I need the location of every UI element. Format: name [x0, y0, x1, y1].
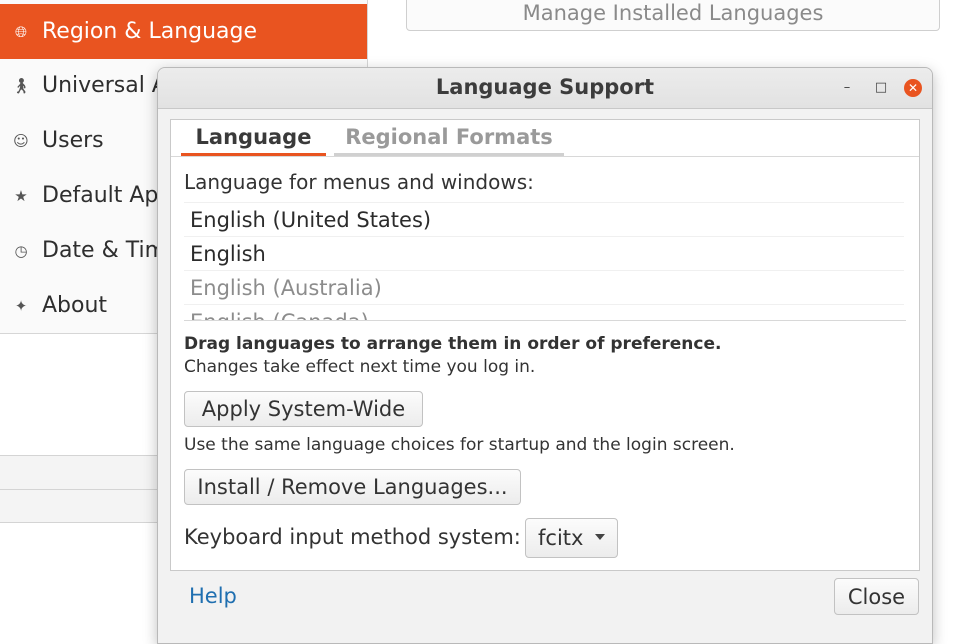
dialog-title: Language Support	[435, 75, 655, 99]
manage-installed-languages-button[interactable]: Manage Installed Languages	[406, 0, 940, 31]
language-support-dialog: Language Support – □ ✕ Language Regional…	[157, 67, 933, 644]
sidebar-item-label: About	[42, 293, 108, 318]
star-icon: ★	[14, 186, 28, 205]
background-panel-strip	[0, 455, 160, 523]
globe-icon: 🌐︎	[14, 22, 27, 41]
language-item[interactable]: English (Canada)	[184, 304, 904, 320]
accessibility-icon: 🚶︎	[11, 76, 31, 95]
language-list-label: Language for menus and windows:	[184, 170, 534, 194]
close-button[interactable]: Close	[834, 578, 919, 615]
keyboard-input-label: Keyboard input method system:	[184, 525, 521, 549]
minimize-icon[interactable]: –	[837, 78, 857, 98]
clock-icon: ◷	[14, 241, 28, 260]
apply-description: Use the same language choices for startu…	[184, 435, 735, 455]
chevron-down-icon	[595, 534, 605, 540]
keyboard-input-value: fcitx	[538, 526, 584, 550]
dialog-titlebar[interactable]: Language Support – □ ✕	[158, 68, 932, 109]
sidebar-item-label: Date & Tim	[42, 238, 167, 263]
language-list[interactable]: English (United States) English English …	[184, 202, 906, 321]
maximize-icon[interactable]: □	[871, 78, 891, 98]
apply-system-wide-button[interactable]: Apply System-Wide	[184, 391, 423, 427]
tabs-divider	[171, 156, 919, 157]
close-window-icon[interactable]: ✕	[904, 79, 922, 97]
language-item[interactable]: English	[184, 236, 904, 270]
keyboard-input-method-select[interactable]: fcitx	[525, 518, 618, 558]
drag-instruction: Drag languages to arrange them in order …	[184, 334, 722, 354]
tab-language[interactable]: Language	[181, 120, 326, 156]
language-item[interactable]: English (Australia)	[184, 270, 904, 304]
help-link[interactable]: Help	[189, 584, 237, 608]
language-item[interactable]: English (United States)	[184, 202, 904, 236]
sidebar-item-region-language[interactable]: 🌐︎ Region & Language	[0, 4, 367, 59]
sidebar-item-label: Universal A	[42, 73, 167, 98]
tab-regional-formats[interactable]: Regional Formats	[334, 120, 564, 156]
language-notebook: Language Regional Formats Language for m…	[170, 119, 920, 571]
install-remove-languages-button[interactable]: Install / Remove Languages...	[184, 469, 521, 505]
sidebar-item-label: Default Ap	[42, 183, 159, 208]
about-icon: ✦	[14, 296, 28, 315]
sidebar-item-label: Users	[42, 128, 104, 153]
changes-note: Changes take effect next time you log in…	[184, 357, 536, 377]
sidebar-item-label: Region & Language	[42, 19, 258, 44]
users-icon: ☺	[13, 131, 29, 150]
